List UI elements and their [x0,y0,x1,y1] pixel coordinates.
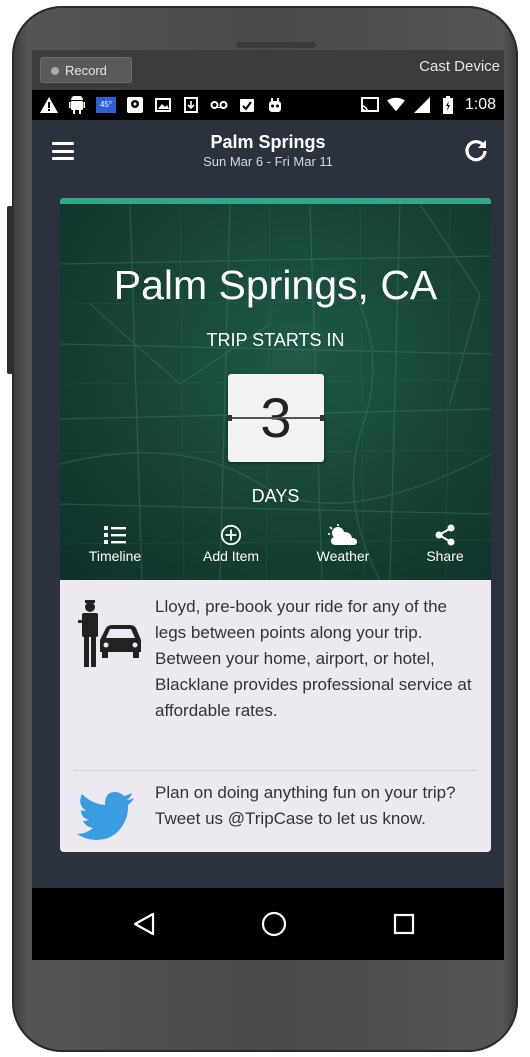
status-bar: 45° 1:08 [32,90,504,120]
days-countdown: 3 [228,374,324,462]
trip-dates: Sun Mar 6 - Fri Mar 11 [203,154,333,169]
flip-divider [228,415,324,421]
emulator-toolbar: Record Cast Device [32,50,504,90]
days-label: DAYS [251,486,300,506]
battery-icon [439,96,457,114]
android-icon [68,96,86,114]
warning-icon [40,96,58,114]
trip-city: Palm Springs, CA [113,262,438,308]
app-header: Palm Springs Sun Mar 6 - Fri Mar 11 [32,120,504,182]
timeline-label: Timeline [88,548,142,564]
status-time: 1:08 [464,96,496,113]
record-dot-icon [51,66,59,75]
promo-list: Lloyd, pre-book your ride for any of the… [60,580,491,852]
promo-text: Lloyd, pre-book your ride for any of the… [155,597,472,720]
device-screen: Record Cast Device 45° 1:08 Palm Springs… [32,50,504,960]
clipboard-icon [238,96,256,114]
record-label: Record [65,63,107,78]
share-icon [435,524,455,546]
timeline-button[interactable]: Timeline [70,524,160,564]
promo-text: Plan on doing anything fun on your trip?… [155,783,456,828]
share-button[interactable]: Share [400,524,490,564]
robot-icon [266,96,284,114]
add-item-button[interactable]: Add Item [186,524,276,564]
refresh-icon[interactable] [464,138,488,162]
promo-divider [74,770,477,771]
voicemail-icon [210,96,228,114]
home-circle-icon[interactable] [256,906,292,942]
side-button [7,206,14,374]
weather-cloud-icon [328,524,357,545]
wifi-icon [386,96,405,114]
chauffeur-car-icon [76,600,142,673]
plus-circle-icon [220,524,242,546]
twitter-bird-icon [76,792,136,847]
trip-actions: Timeline Add Item Weather Share [60,524,491,580]
trip-card[interactable]: Palm Springs, CA TRIP STARTS IN 3 DAYS T… [60,198,491,852]
record-button[interactable]: Record [40,57,132,83]
speaker-grille [236,42,316,48]
maps-icon [126,96,144,114]
share-label: Share [426,548,464,564]
recents-square-icon[interactable] [386,906,422,942]
trip-title: Palm Springs [210,132,326,152]
cast-device-button[interactable]: Cast Device [419,58,500,75]
navigation-bar [32,888,504,960]
image-icon [154,96,172,114]
list-icon [104,526,126,544]
add-item-label: Add Item [202,548,260,564]
trip-hero: Palm Springs, CA TRIP STARTS IN 3 DAYS T… [60,204,491,580]
weather-temp-icon: 45° [96,97,116,113]
cast-icon [360,96,379,114]
signal-icon [413,96,431,114]
download-icon [182,96,200,114]
weather-button[interactable]: Weather [298,524,388,564]
weather-label: Weather [316,548,370,564]
back-triangle-icon[interactable] [126,906,162,942]
trip-starts-label: TRIP STARTS IN [206,330,345,350]
